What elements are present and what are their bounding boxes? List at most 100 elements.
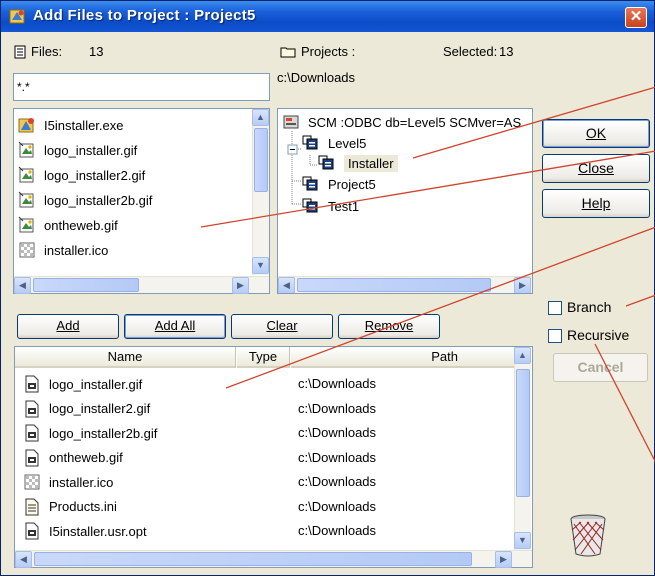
- file-list-item[interactable]: logo_installer2b.gif: [18, 188, 152, 212]
- close-button[interactable]: Close: [542, 154, 650, 183]
- table-row[interactable]: ontheweb.gif: [23, 446, 123, 470]
- table-row-label: ontheweb.gif: [49, 450, 123, 465]
- scroll-left-icon[interactable]: ◀: [14, 277, 31, 294]
- table-row-label: logo_installer.gif: [49, 376, 143, 392]
- column-header-name[interactable]: Name: [15, 347, 236, 368]
- files-label: Files:: [31, 44, 63, 59]
- scroll-left-icon[interactable]: ◀: [15, 551, 32, 568]
- scroll-thumb[interactable]: [33, 278, 139, 292]
- gif-image-icon: [18, 191, 36, 209]
- title-bar[interactable]: Add Files to Project : Project5 ✕: [1, 1, 654, 32]
- scroll-thumb[interactable]: [297, 278, 491, 292]
- table-row[interactable]: installer.ico: [23, 470, 113, 494]
- scroll-thumb[interactable]: [254, 128, 268, 192]
- files-count: 13: [89, 44, 104, 59]
- scroll-right-icon[interactable]: ▶: [495, 551, 512, 568]
- scroll-up-icon[interactable]: ▲: [252, 109, 269, 126]
- folder-icon: [280, 47, 296, 58]
- gif-image-icon: [18, 141, 36, 159]
- ini-file-icon: [23, 498, 41, 516]
- table-cell-path: c:\Downloads: [298, 523, 377, 538]
- scroll-right-icon[interactable]: ▶: [514, 277, 531, 293]
- gif-file-icon: [23, 400, 41, 418]
- table-cell-path: c:\Downloads: [298, 498, 377, 514]
- file-list-item[interactable]: ontheweb.gif: [18, 213, 118, 237]
- file-list-item[interactable]: logo_installer2.gif: [18, 163, 145, 187]
- table-hscrollbar[interactable]: ◀ ▶: [15, 550, 532, 568]
- column-header-path[interactable]: Path: [291, 347, 515, 368]
- table-row-label: I5installer.usr.opt: [49, 523, 147, 539]
- scroll-left-icon[interactable]: ◀: [278, 277, 295, 293]
- branch-checkbox[interactable]: [548, 301, 562, 315]
- scroll-down-icon[interactable]: ▼: [252, 257, 269, 274]
- clear-button[interactable]: Clear: [231, 314, 333, 339]
- project-icon: [302, 134, 320, 152]
- add-button[interactable]: Add: [17, 314, 119, 339]
- add-all-button[interactable]: Add All: [124, 314, 226, 339]
- recursive-checkbox[interactable]: [548, 329, 562, 343]
- project-icon: [302, 175, 320, 193]
- tree-node-label: Test1: [328, 198, 360, 214]
- gif-image-icon: [18, 216, 36, 234]
- database-icon: [282, 113, 300, 131]
- scroll-right-icon[interactable]: ▶: [232, 277, 249, 294]
- file-list-item-label: ontheweb.gif: [44, 217, 118, 233]
- gif-file-icon: [23, 449, 41, 467]
- table-row[interactable]: logo_installer2b.gif: [23, 421, 157, 445]
- table-vscrollbar[interactable]: ▲ ▼: [514, 347, 531, 550]
- table-row[interactable]: Products.ini: [23, 495, 117, 519]
- file-list-item-label: logo_installer.gif: [44, 142, 138, 158]
- ok-button[interactable]: OK: [542, 119, 650, 148]
- project-icon: [302, 197, 320, 215]
- file-list-item[interactable]: logo_installer.gif: [18, 138, 137, 162]
- table-cell-path: c:\Downloads: [298, 376, 377, 391]
- selected-label: Selected:: [443, 44, 498, 59]
- files-list-vscrollbar[interactable]: ▲ ▼: [252, 109, 269, 275]
- files-list[interactable]: I5installer.exe logo_installer.gif logo_in…: [13, 108, 270, 294]
- table-row-label: logo_installer2.gif: [49, 401, 151, 416]
- table-cell-path: c:\Downloads: [298, 425, 377, 440]
- cancel-button: Cancel: [553, 353, 648, 382]
- gif-file-icon: [23, 522, 41, 540]
- table-row-label: logo_installer2b.gif: [49, 425, 158, 441]
- tree-node-label: Project5: [328, 176, 376, 192]
- table-row[interactable]: logo_installer2.gif: [23, 397, 150, 421]
- scroll-thumb[interactable]: [516, 369, 530, 497]
- table-cell-path: c:\Downloads: [298, 474, 377, 489]
- ico-file-icon: [18, 241, 36, 259]
- installer-exe-icon: [18, 116, 36, 134]
- files-list-hscrollbar[interactable]: ◀ ▶: [14, 276, 269, 294]
- add-files-dialog: Add Files to Project : Project5 ✕ Files:…: [0, 0, 655, 576]
- project-tree-hscrollbar[interactable]: ◀ ▶: [278, 276, 532, 293]
- remove-button[interactable]: Remove: [338, 314, 440, 339]
- table-row[interactable]: logo_installer.gif: [23, 372, 142, 396]
- table-row[interactable]: I5installer.usr.opt: [23, 519, 147, 543]
- app-icon: [9, 9, 25, 24]
- scroll-thumb[interactable]: [34, 552, 472, 566]
- file-list-item[interactable]: I5installer.exe: [18, 113, 124, 137]
- tree-node-label: Installer: [344, 154, 398, 172]
- tree-node[interactable]: Project5: [302, 172, 376, 196]
- trash-can-icon[interactable]: [565, 512, 611, 558]
- tree-node-label: SCM :ODBC db=Level5 SCMver=AS: [308, 114, 522, 130]
- column-header-type[interactable]: Type: [237, 347, 290, 368]
- file-list-item[interactable]: installer.ico: [18, 238, 108, 262]
- scroll-down-icon[interactable]: ▼: [514, 532, 531, 549]
- branch-label: Branch: [567, 299, 612, 315]
- projects-label: Projects :: [301, 44, 356, 59]
- files-icon: [14, 45, 26, 59]
- project-icon: [318, 154, 336, 172]
- recursive-label: Recursive: [567, 327, 630, 343]
- tree-node[interactable]: Test1: [302, 194, 359, 218]
- project-path: c:\Downloads: [277, 70, 356, 85]
- help-button[interactable]: Help: [542, 189, 650, 218]
- gif-file-icon: [23, 375, 41, 393]
- scroll-up-icon[interactable]: ▲: [514, 347, 531, 364]
- table-cell-path: c:\Downloads: [298, 400, 377, 416]
- table-cell-path: c:\Downloads: [298, 449, 377, 465]
- file-list-item-label: I5installer.exe: [44, 117, 124, 133]
- file-filter-input[interactable]: [13, 73, 270, 101]
- close-window-icon[interactable]: ✕: [625, 7, 647, 28]
- project-tree[interactable]: SCM :ODBC db=Level5 SCMver=AS Level5 Insta…: [277, 108, 533, 294]
- file-list-item-label: installer.ico: [44, 242, 109, 258]
